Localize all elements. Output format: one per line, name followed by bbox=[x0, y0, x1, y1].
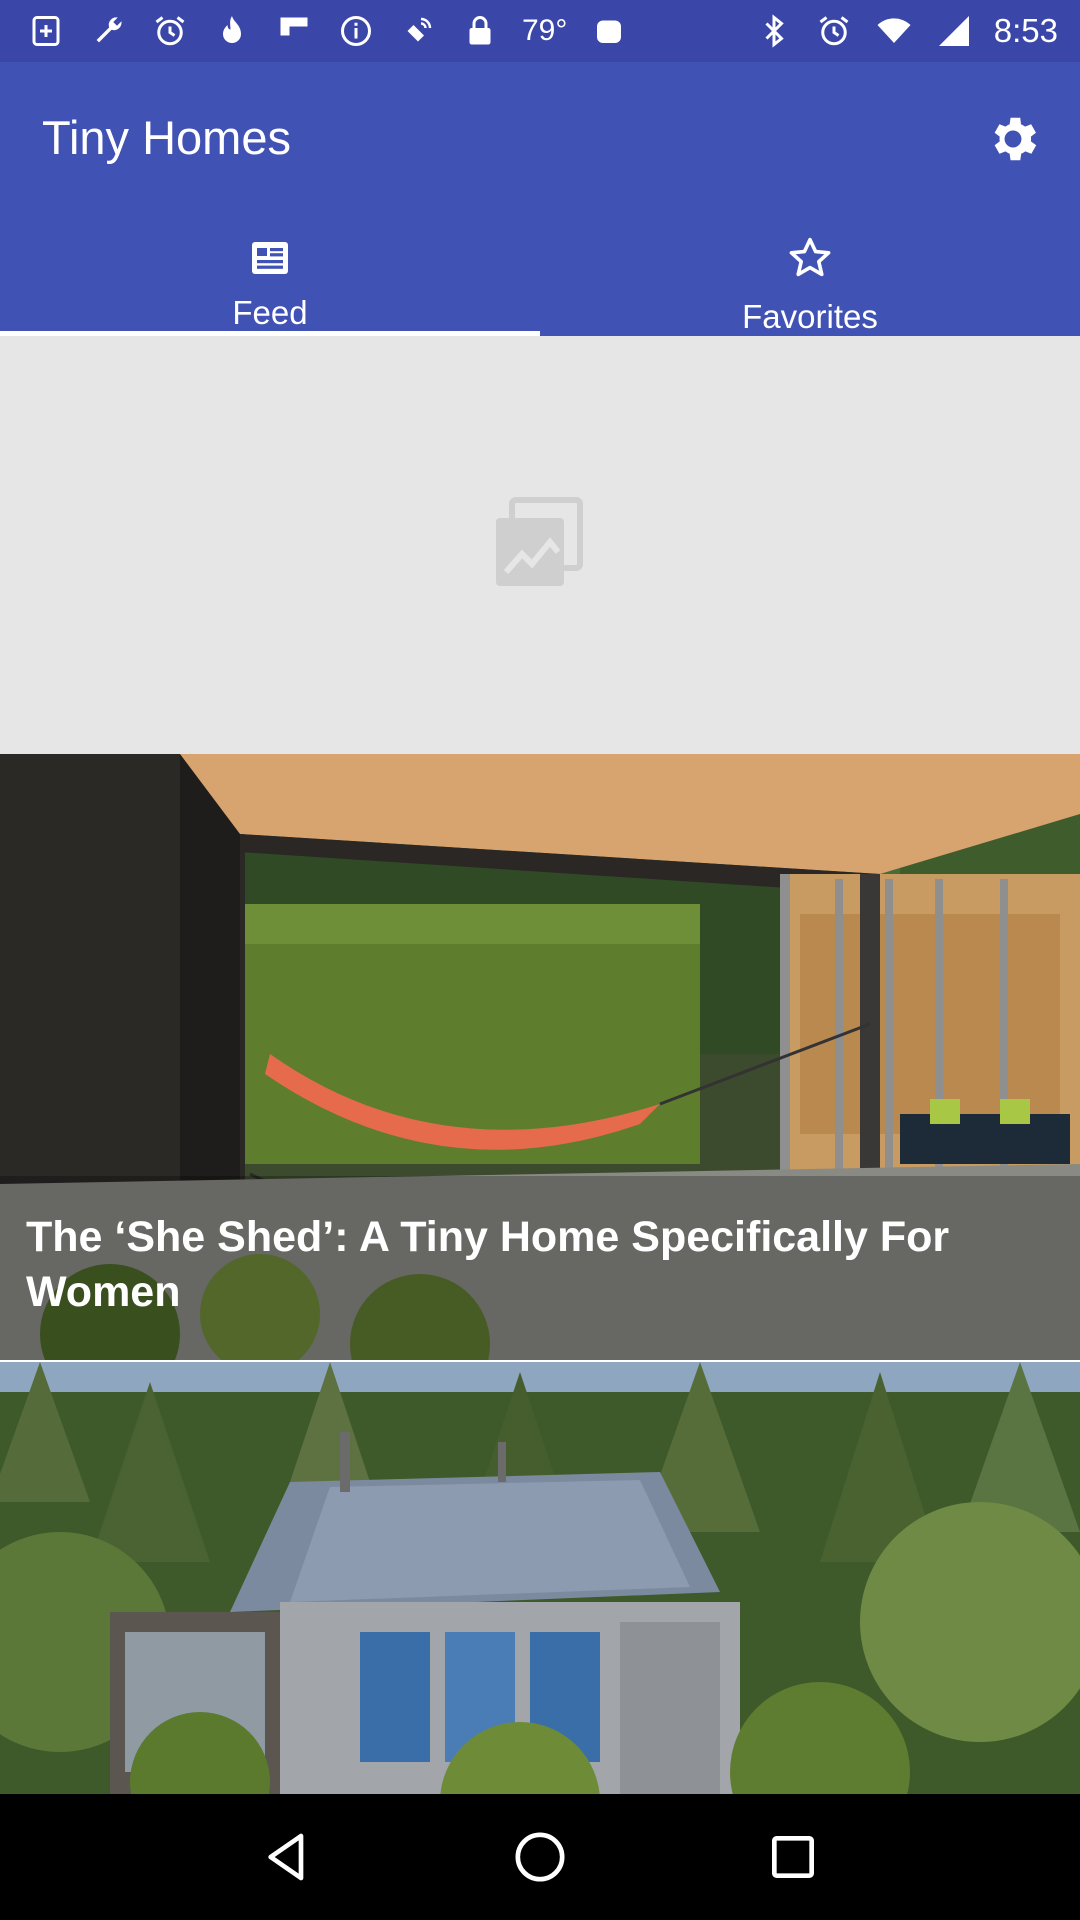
bluetooth-icon bbox=[754, 11, 794, 51]
alarm-icon bbox=[150, 11, 190, 51]
tab-bar: Feed Favorites bbox=[0, 212, 1080, 336]
temperature-text: 79° bbox=[522, 14, 568, 47]
image-placeholder-card[interactable] bbox=[0, 336, 1080, 754]
article-image bbox=[0, 1362, 1080, 1794]
app-bar: Tiny Homes Feed Favorites bbox=[0, 62, 1080, 336]
clock: 8:53 bbox=[993, 12, 1058, 49]
newspaper-icon bbox=[244, 232, 296, 284]
satellite-icon bbox=[398, 11, 438, 51]
medical-app-icon bbox=[26, 11, 66, 51]
notification-app-icon bbox=[589, 11, 629, 51]
status-bar: 79° 8:53 bbox=[0, 0, 1080, 62]
info-icon bbox=[336, 11, 376, 51]
signal-icon bbox=[934, 11, 974, 51]
article-card[interactable] bbox=[0, 1362, 1080, 1794]
flame-icon bbox=[212, 11, 252, 51]
article-title: The ‘She Shed’: A Tiny Home Specifically… bbox=[26, 1213, 950, 1316]
tab-favorites[interactable]: Favorites bbox=[540, 212, 1080, 336]
star-outline-icon bbox=[784, 232, 836, 284]
article-card[interactable]: The ‘She Shed’: A Tiny Home Specifically… bbox=[0, 754, 1080, 1360]
feed-list[interactable]: The ‘She Shed’: A Tiny Home Specifically… bbox=[0, 336, 1080, 1794]
tab-favorites-label: Favorites bbox=[742, 298, 878, 335]
app-title: Tiny Homes bbox=[42, 111, 291, 164]
tab-feed[interactable]: Feed bbox=[0, 212, 540, 336]
wifi-icon bbox=[874, 11, 914, 51]
tab-feed-label: Feed bbox=[232, 294, 308, 331]
settings-button[interactable] bbox=[976, 102, 1050, 176]
alarm-icon bbox=[814, 11, 854, 51]
flipboard-icon bbox=[274, 11, 314, 51]
back-icon bbox=[267, 1833, 303, 1881]
home-icon bbox=[515, 1832, 565, 1882]
back-button[interactable] bbox=[247, 1817, 327, 1897]
image-placeholder-icon bbox=[496, 497, 583, 586]
lock-icon bbox=[460, 11, 500, 51]
gear-icon bbox=[994, 117, 1037, 161]
wrench-icon bbox=[88, 11, 128, 51]
system-nav-bar bbox=[0, 1794, 1080, 1920]
recents-button[interactable] bbox=[753, 1817, 833, 1897]
recents-icon bbox=[772, 1836, 815, 1878]
home-button[interactable] bbox=[500, 1817, 580, 1897]
